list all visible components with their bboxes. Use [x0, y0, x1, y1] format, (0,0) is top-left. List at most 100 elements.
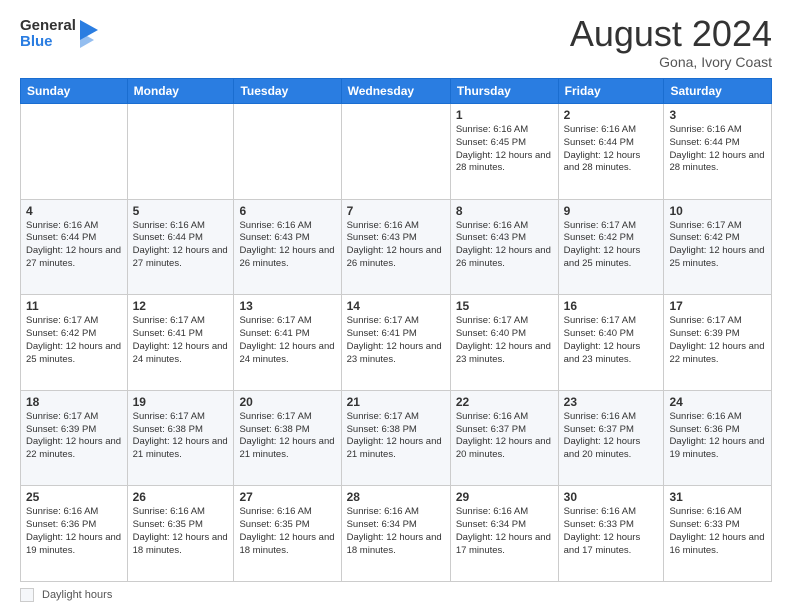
day-number: 21: [347, 395, 445, 409]
calendar-cell: 11Sunrise: 6:17 AM Sunset: 6:42 PM Dayli…: [21, 295, 128, 391]
calendar-week-row: 11Sunrise: 6:17 AM Sunset: 6:42 PM Dayli…: [21, 295, 772, 391]
day-number: 7: [347, 204, 445, 218]
day-info: Sunrise: 6:17 AM Sunset: 6:41 PM Dayligh…: [239, 315, 335, 366]
weekday-header-saturday: Saturday: [664, 79, 772, 104]
calendar-cell: [21, 104, 128, 200]
calendar-week-row: 25Sunrise: 6:16 AM Sunset: 6:36 PM Dayli…: [21, 486, 772, 582]
day-number: 12: [133, 299, 229, 313]
weekday-header-wednesday: Wednesday: [341, 79, 450, 104]
day-info: Sunrise: 6:16 AM Sunset: 6:37 PM Dayligh…: [564, 411, 659, 462]
day-info: Sunrise: 6:16 AM Sunset: 6:35 PM Dayligh…: [239, 506, 335, 557]
day-number: 27: [239, 490, 335, 504]
day-info: Sunrise: 6:16 AM Sunset: 6:44 PM Dayligh…: [26, 220, 122, 271]
day-info: Sunrise: 6:17 AM Sunset: 6:38 PM Dayligh…: [133, 411, 229, 462]
calendar-week-row: 18Sunrise: 6:17 AM Sunset: 6:39 PM Dayli…: [21, 390, 772, 486]
day-number: 14: [347, 299, 445, 313]
calendar-cell: 30Sunrise: 6:16 AM Sunset: 6:33 PM Dayli…: [558, 486, 664, 582]
day-info: Sunrise: 6:16 AM Sunset: 6:36 PM Dayligh…: [669, 411, 766, 462]
day-number: 5: [133, 204, 229, 218]
calendar-cell: 10Sunrise: 6:17 AM Sunset: 6:42 PM Dayli…: [664, 199, 772, 295]
daylight-box-icon: [20, 588, 34, 602]
day-info: Sunrise: 6:16 AM Sunset: 6:44 PM Dayligh…: [133, 220, 229, 271]
day-number: 9: [564, 204, 659, 218]
footer: Daylight hours: [20, 588, 772, 602]
weekday-header-thursday: Thursday: [450, 79, 558, 104]
calendar-cell: 26Sunrise: 6:16 AM Sunset: 6:35 PM Dayli…: [127, 486, 234, 582]
calendar-cell: 23 Sunrise: 6:16 AM Sunset: 6:37 PM Dayli…: [558, 390, 664, 486]
day-number: 22: [456, 395, 553, 409]
day-number: 1: [456, 108, 553, 122]
day-number: 19: [133, 395, 229, 409]
day-number: 2: [564, 108, 659, 122]
page: GeneralBlue August 2024 Gona, Ivory Coas…: [0, 0, 792, 612]
day-number: 31: [669, 490, 766, 504]
calendar-cell: [127, 104, 234, 200]
calendar-cell: 19 Sunrise: 6:17 AM Sunset: 6:38 PM Dayli…: [127, 390, 234, 486]
calendar-cell: 20Sunrise: 6:17 AM Sunset: 6:38 PM Dayli…: [234, 390, 341, 486]
weekday-header-tuesday: Tuesday: [234, 79, 341, 104]
day-number: 18: [26, 395, 122, 409]
month-title: August 2024: [570, 16, 772, 52]
calendar-cell: 1 Sunrise: 6:16 AM Sunset: 6:45 PM Daylig…: [450, 104, 558, 200]
logo-line1: General: [20, 18, 76, 35]
day-number: 24: [669, 395, 766, 409]
calendar-cell: 3Sunrise: 6:16 AM Sunset: 6:44 PM Daylig…: [664, 104, 772, 200]
day-info: Sunrise: 6:17 AM Sunset: 6:41 PM Dayligh…: [347, 315, 445, 366]
calendar-cell: 12 Sunrise: 6:17 AM Sunset: 6:41 PM Dayli…: [127, 295, 234, 391]
calendar-cell: 9Sunrise: 6:17 AM Sunset: 6:42 PM Daylig…: [558, 199, 664, 295]
day-info: Sunrise: 6:17 AM Sunset: 6:41 PM Dayligh…: [133, 315, 229, 366]
header: GeneralBlue August 2024 Gona, Ivory Coas…: [20, 16, 772, 70]
calendar-cell: 8Sunrise: 6:16 AM Sunset: 6:43 PM Daylig…: [450, 199, 558, 295]
day-info: Sunrise: 6:16 AM Sunset: 6:45 PM Dayligh…: [456, 124, 553, 175]
day-info: Sunrise: 6:17 AM Sunset: 6:40 PM Dayligh…: [456, 315, 553, 366]
calendar-cell: 15Sunrise: 6:17 AM Sunset: 6:40 PM Dayli…: [450, 295, 558, 391]
day-info: Sunrise: 6:16 AM Sunset: 6:44 PM Dayligh…: [564, 124, 659, 175]
day-number: 6: [239, 204, 335, 218]
day-info: Sunrise: 6:16 AM Sunset: 6:34 PM Dayligh…: [347, 506, 445, 557]
day-info: Sunrise: 6:16 AM Sunset: 6:33 PM Dayligh…: [669, 506, 766, 557]
day-number: 4: [26, 204, 122, 218]
day-number: 13: [239, 299, 335, 313]
title-section: August 2024 Gona, Ivory Coast: [570, 16, 772, 70]
weekday-header-friday: Friday: [558, 79, 664, 104]
logo-arrow-icon: [80, 16, 100, 52]
calendar-cell: 4 Sunrise: 6:16 AM Sunset: 6:44 PM Daylig…: [21, 199, 128, 295]
calendar-cell: 31 Sunrise: 6:16 AM Sunset: 6:33 PM Dayli…: [664, 486, 772, 582]
calendar-cell: 13 Sunrise: 6:17 AM Sunset: 6:41 PM Dayli…: [234, 295, 341, 391]
day-number: 17: [669, 299, 766, 313]
day-number: 11: [26, 299, 122, 313]
day-info: Sunrise: 6:16 AM Sunset: 6:33 PM Dayligh…: [564, 506, 659, 557]
daylight-label: Daylight hours: [42, 589, 112, 601]
location: Gona, Ivory Coast: [570, 54, 772, 70]
calendar-cell: 22 Sunrise: 6:16 AM Sunset: 6:37 PM Dayli…: [450, 390, 558, 486]
day-number: 29: [456, 490, 553, 504]
day-number: 28: [347, 490, 445, 504]
calendar-cell: 27 Sunrise: 6:16 AM Sunset: 6:35 PM Dayli…: [234, 486, 341, 582]
day-info: Sunrise: 6:17 AM Sunset: 6:40 PM Dayligh…: [564, 315, 659, 366]
day-info: Sunrise: 6:17 AM Sunset: 6:38 PM Dayligh…: [347, 411, 445, 462]
day-info: Sunrise: 6:16 AM Sunset: 6:43 PM Dayligh…: [239, 220, 335, 271]
calendar-cell: [341, 104, 450, 200]
calendar-week-row: 1 Sunrise: 6:16 AM Sunset: 6:45 PM Daylig…: [21, 104, 772, 200]
calendar-cell: 7 Sunrise: 6:16 AM Sunset: 6:43 PM Daylig…: [341, 199, 450, 295]
calendar-cell: 6 Sunrise: 6:16 AM Sunset: 6:43 PM Daylig…: [234, 199, 341, 295]
calendar-cell: 16Sunrise: 6:17 AM Sunset: 6:40 PM Dayli…: [558, 295, 664, 391]
day-number: 23: [564, 395, 659, 409]
weekday-header-monday: Monday: [127, 79, 234, 104]
day-number: 26: [133, 490, 229, 504]
day-number: 20: [239, 395, 335, 409]
calendar-cell: [234, 104, 341, 200]
calendar-cell: 2 Sunrise: 6:16 AM Sunset: 6:44 PM Daylig…: [558, 104, 664, 200]
day-info: Sunrise: 6:16 AM Sunset: 6:34 PM Dayligh…: [456, 506, 553, 557]
calendar-cell: 18Sunrise: 6:17 AM Sunset: 6:39 PM Dayli…: [21, 390, 128, 486]
day-info: Sunrise: 6:16 AM Sunset: 6:44 PM Dayligh…: [669, 124, 766, 175]
logo: GeneralBlue: [20, 16, 100, 52]
calendar-cell: 28 Sunrise: 6:16 AM Sunset: 6:34 PM Dayli…: [341, 486, 450, 582]
logo-line2: Blue: [20, 34, 76, 51]
day-info: Sunrise: 6:16 AM Sunset: 6:37 PM Dayligh…: [456, 411, 553, 462]
day-info: Sunrise: 6:16 AM Sunset: 6:43 PM Dayligh…: [347, 220, 445, 271]
calendar-week-row: 4 Sunrise: 6:16 AM Sunset: 6:44 PM Daylig…: [21, 199, 772, 295]
day-number: 10: [669, 204, 766, 218]
day-info: Sunrise: 6:16 AM Sunset: 6:36 PM Dayligh…: [26, 506, 122, 557]
calendar-cell: 21 Sunrise: 6:17 AM Sunset: 6:38 PM Dayli…: [341, 390, 450, 486]
